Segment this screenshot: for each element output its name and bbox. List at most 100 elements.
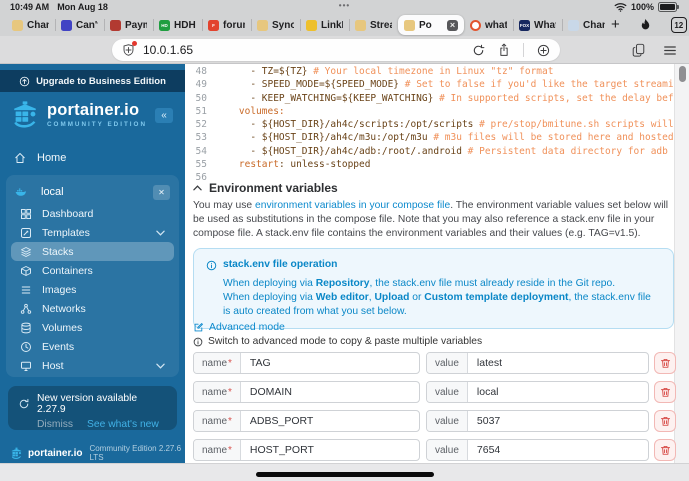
value-input[interactable]: local bbox=[468, 382, 648, 402]
environment-close-icon[interactable]: ✕ bbox=[153, 184, 170, 200]
code-line: 54 - ${HOST_DIR}/ah4c/adb:/root/.android… bbox=[185, 145, 673, 158]
sidebar-footer: portainer.io Community Edition 2.27.6 LT… bbox=[10, 444, 185, 462]
logo-title: portainer.io bbox=[47, 101, 140, 119]
sidebar-item-containers[interactable]: Containers bbox=[11, 261, 174, 280]
tab-label: forum bbox=[223, 19, 245, 31]
menu-icon[interactable] bbox=[663, 45, 677, 56]
copy-tabs-icon[interactable] bbox=[632, 43, 645, 57]
advanced-mode-hint: Switch to advanced mode to copy & paste … bbox=[193, 336, 482, 347]
tab-favicon bbox=[257, 19, 268, 31]
content-blocker-shield-icon[interactable] bbox=[122, 41, 137, 57]
sidebar-item-host[interactable]: Host bbox=[11, 356, 174, 375]
tab-overview-button[interactable]: 12 bbox=[670, 17, 687, 33]
code-line: 48 - TZ=${TZ} # Your local timezone in L… bbox=[185, 65, 673, 78]
remove-variable-button[interactable] bbox=[654, 439, 676, 461]
sidebar-item-templates[interactable]: Templates bbox=[11, 223, 174, 242]
name-input-group: name * ADBS_PORT bbox=[193, 410, 420, 432]
value-input-group: value local bbox=[426, 381, 649, 403]
env-variable-row: name * HOST_PORT value 7654 bbox=[193, 439, 676, 461]
home-indicator[interactable] bbox=[255, 472, 434, 477]
screen: 10:49 AM Mon Aug 18 ••• 100% Chan Can't Pa… bbox=[0, 0, 689, 481]
browser-tab[interactable]: FOX What bbox=[513, 14, 562, 36]
portainer-logo-icon bbox=[10, 100, 40, 130]
browser-tab-active[interactable]: Po × bbox=[398, 15, 464, 35]
code-line: 50 - KEEP_WATCHING=${KEEP_WATCHING} # In… bbox=[185, 92, 673, 105]
name-input-group: name * DOMAIN bbox=[193, 381, 420, 403]
browser-tab[interactable]: Chan bbox=[562, 14, 611, 36]
date: Mon Aug 18 bbox=[57, 2, 108, 12]
info-box-body: When deploying via Repository, the stack… bbox=[206, 277, 661, 319]
required-asterisk: * bbox=[228, 444, 232, 456]
environment-header[interactable]: local ✕ bbox=[6, 180, 179, 204]
tab-favicon bbox=[470, 19, 481, 31]
compose-env-vars-link[interactable]: environment variables in your compose fi… bbox=[255, 200, 450, 211]
wifi-icon bbox=[614, 2, 627, 12]
sidebar-item-networks[interactable]: Networks bbox=[11, 299, 174, 318]
sidebar-item-volumes[interactable]: Volumes bbox=[11, 318, 174, 337]
browser-tab[interactable]: LinkPi bbox=[300, 14, 349, 36]
upgrade-banner[interactable]: Upgrade to Business Edition bbox=[0, 70, 185, 92]
trash-icon bbox=[659, 415, 672, 428]
name-input[interactable]: TAG bbox=[241, 353, 419, 373]
tab-label: Po bbox=[419, 19, 432, 31]
browser-tab[interactable]: Synol bbox=[251, 14, 300, 36]
share-icon[interactable] bbox=[498, 43, 510, 57]
browser-tab[interactable]: HD HDHo bbox=[153, 14, 202, 36]
name-input[interactable]: DOMAIN bbox=[241, 382, 419, 402]
tab-favicon bbox=[110, 19, 121, 31]
advanced-mode-toggle[interactable]: Advanced mode bbox=[193, 321, 285, 333]
browser-tab[interactable]: Strea bbox=[349, 14, 398, 36]
trash-icon bbox=[659, 357, 672, 370]
code-text: volumes: bbox=[238, 105, 285, 117]
sidebar-item-events[interactable]: Events bbox=[11, 337, 174, 356]
address-bar[interactable]: 10.0.1.65 bbox=[112, 39, 560, 61]
flame-icon[interactable] bbox=[639, 18, 652, 33]
name-input[interactable]: ADBS_PORT bbox=[241, 411, 419, 431]
info-box-line: When deploying via Web editor, Upload or… bbox=[223, 292, 651, 317]
sidebar-item-home[interactable]: Home bbox=[0, 148, 185, 168]
sidebar-collapse-button[interactable]: « bbox=[155, 108, 173, 123]
value-input[interactable]: 5037 bbox=[468, 411, 648, 431]
tab-label: LinkPi bbox=[321, 19, 343, 31]
tab-favicon bbox=[61, 19, 72, 31]
code-text: restart: unless-stopped bbox=[238, 159, 371, 171]
code-text: - TZ=${TZ} # Your local timezone in Linu… bbox=[216, 66, 554, 77]
new-tab-button[interactable]: + bbox=[611, 17, 620, 32]
advanced-hint-text: Switch to advanced mode to copy & paste … bbox=[208, 336, 483, 347]
sidebar-item-stacks[interactable]: Stacks bbox=[11, 242, 174, 261]
tab-close-icon[interactable]: × bbox=[447, 19, 458, 31]
host-icon bbox=[20, 360, 32, 372]
line-number: 53 bbox=[195, 132, 207, 144]
sidebar-item-dashboard[interactable]: Dashboard bbox=[11, 204, 174, 223]
value-input[interactable]: 7654 bbox=[468, 440, 648, 460]
value-input[interactable]: latest bbox=[468, 353, 648, 373]
remove-variable-button[interactable] bbox=[654, 381, 676, 403]
compose-editor[interactable]: 48 - TZ=${TZ} # Your local timezone in L… bbox=[185, 65, 673, 185]
reload-icon[interactable] bbox=[472, 44, 485, 57]
scrollbar-thumb[interactable] bbox=[679, 66, 686, 82]
browser-tab[interactable]: Fforum bbox=[202, 14, 251, 36]
environment-variable-list: name * TAG value latest name * DOMAIN value local… bbox=[193, 352, 676, 461]
browser-tab[interactable]: Can't bbox=[55, 14, 104, 36]
battery-percent: 100% bbox=[630, 2, 654, 12]
name-input[interactable]: HOST_PORT bbox=[241, 440, 419, 460]
remove-variable-button[interactable] bbox=[654, 410, 676, 432]
page-gutter bbox=[674, 64, 689, 463]
tab-label: Paym bbox=[125, 19, 147, 31]
environment-variables-section-header[interactable]: Environment variables bbox=[193, 181, 338, 195]
browser-tab[interactable]: what bbox=[464, 14, 513, 36]
edit-icon bbox=[193, 322, 204, 333]
whats-new-link[interactable]: See what's new bbox=[87, 419, 159, 430]
browser-tab[interactable]: Paym bbox=[104, 14, 153, 36]
code-text: - ${HOST_DIR}/ah4c/scripts:/opt/scripts … bbox=[216, 119, 673, 131]
chevron-up-icon bbox=[193, 185, 202, 191]
status-bar: 10:49 AM Mon Aug 18 ••• 100% bbox=[0, 0, 689, 14]
url-text[interactable]: 10.0.1.65 bbox=[143, 43, 193, 57]
code-line: 52 - ${HOST_DIR}/ah4c/scripts:/opt/scrip… bbox=[185, 118, 673, 131]
sidebar-item-images[interactable]: Images bbox=[11, 280, 174, 299]
remove-variable-button[interactable] bbox=[654, 352, 676, 374]
browser-tab[interactable]: Chan bbox=[6, 14, 55, 36]
extensions-plus-icon[interactable] bbox=[537, 44, 550, 57]
portainer-logo[interactable]: portainer.io COMMUNITY EDITION bbox=[10, 100, 147, 130]
dismiss-link[interactable]: Dismiss bbox=[37, 419, 73, 430]
